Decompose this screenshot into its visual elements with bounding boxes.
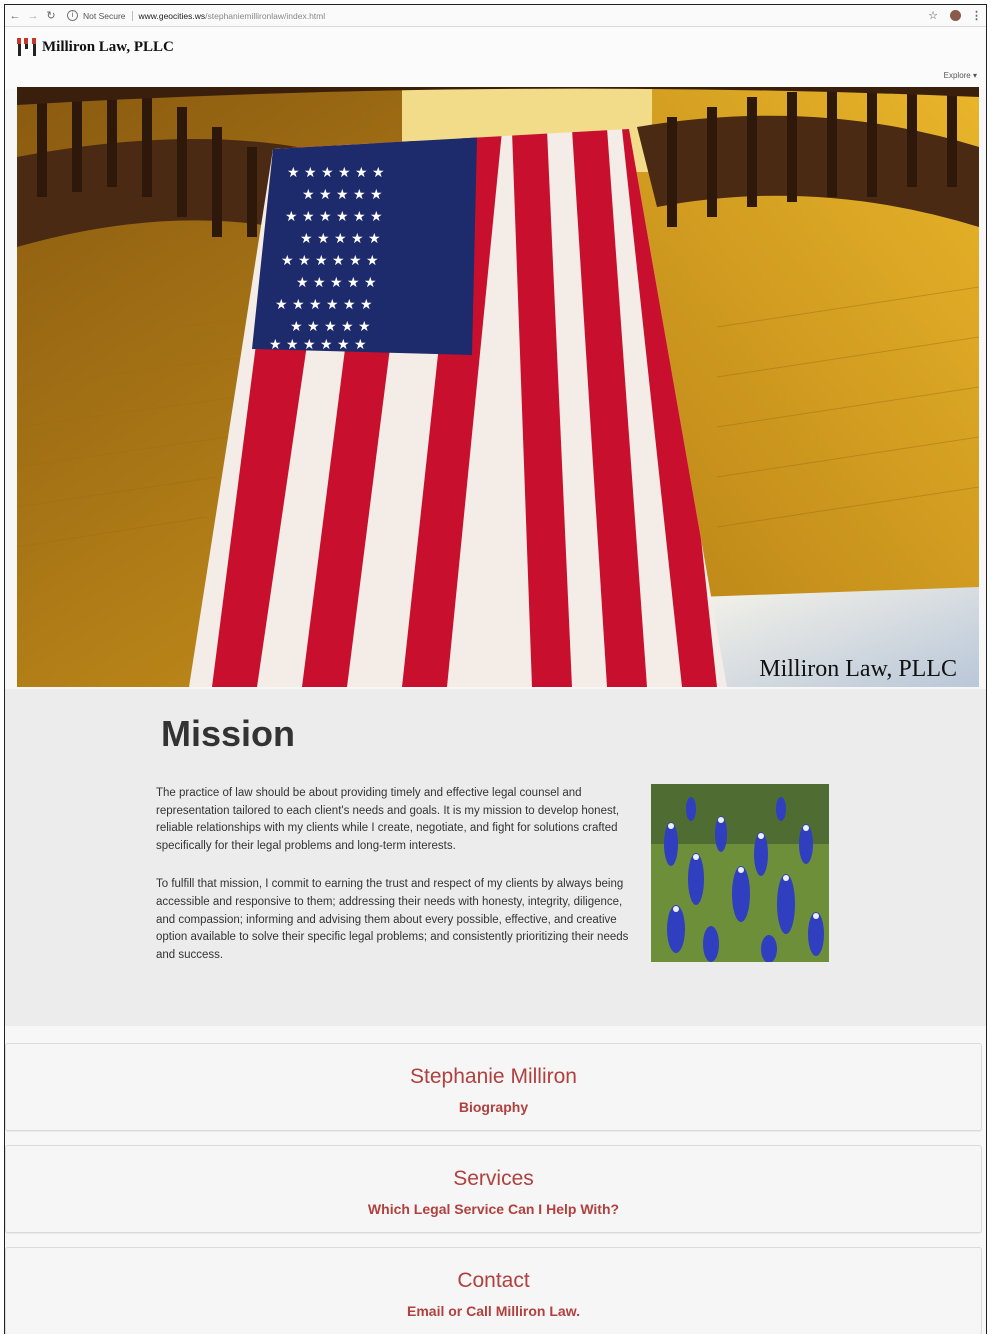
mission-title: Mission — [161, 713, 296, 754]
reload-icon[interactable]: ↻ — [43, 8, 59, 24]
back-arrow-icon[interactable]: ← — [7, 8, 23, 24]
browser-toolbar: ← → ↻ i Not Secure www.geocities.ws/step… — [5, 5, 986, 27]
mission-paragraph: The practice of law should be about prov… — [156, 787, 620, 852]
contact-card[interactable]: Contact Email or Call Milliron Law. — [5, 1247, 982, 1334]
divider — [131, 10, 133, 21]
svg-text:★ ★ ★ ★ ★: ★ ★ ★ ★ ★ — [302, 187, 383, 203]
card-title[interactable]: Contact — [6, 1269, 981, 1293]
card-title[interactable]: Stephanie Milliron — [6, 1065, 981, 1089]
url-path: /stephaniemillironlaw/index.html — [205, 10, 326, 21]
services-card[interactable]: Services Which Legal Service Can I Help … — [5, 1145, 982, 1233]
svg-text:★ ★ ★ ★ ★ ★: ★ ★ ★ ★ ★ ★ — [285, 209, 383, 225]
biography-card[interactable]: Stephanie Milliron Biography — [5, 1043, 982, 1131]
browser-window: ← → ↻ i Not Secure www.geocities.ws/step… — [4, 4, 987, 1334]
card-subtitle[interactable]: Which Legal Service Can I Help With? — [6, 1201, 981, 1217]
bookmark-star-icon[interactable]: ☆ — [928, 9, 938, 22]
svg-text:★ ★ ★ ★ ★: ★ ★ ★ ★ ★ — [290, 319, 371, 335]
logo-mark-icon — [17, 38, 37, 56]
hero-caption: Milliron Law, PLLC — [759, 656, 957, 682]
svg-text:★ ★ ★ ★ ★ ★: ★ ★ ★ ★ ★ ★ — [281, 253, 379, 269]
card-title[interactable]: Services — [6, 1167, 981, 1191]
brand-name: Milliron Law, PLLC — [42, 38, 174, 55]
mission-section: Mission The practice of law should be ab… — [5, 689, 986, 1026]
address-bar[interactable]: i Not Secure www.geocities.ws/stephaniem… — [67, 10, 325, 21]
info-icon[interactable]: i — [67, 10, 78, 21]
mission-text: The practice of law should be about prov… — [156, 785, 634, 985]
card-subtitle[interactable]: Email or Call Milliron Law. — [6, 1303, 981, 1319]
security-label: Not Secure — [83, 10, 126, 21]
site-logo[interactable]: Milliron Law, PLLC — [17, 38, 174, 56]
profile-avatar-icon[interactable] — [950, 10, 961, 21]
svg-text:★ ★ ★ ★ ★: ★ ★ ★ ★ ★ — [296, 275, 377, 291]
browser-menu-icon[interactable]: ⋮ — [971, 9, 982, 22]
url-host: www.geocities.ws — [138, 10, 206, 21]
flag-photo: ★ ★ ★ ★ ★ ★ ★ ★ ★ ★ ★ ★ ★ ★ ★ ★ ★ ★ ★ ★ … — [17, 87, 979, 687]
site-header: Milliron Law, PLLC Explore ▾ — [5, 27, 986, 89]
explore-menu[interactable]: Explore ▾ — [944, 71, 977, 80]
svg-text:★ ★ ★ ★ ★ ★: ★ ★ ★ ★ ★ ★ — [287, 165, 385, 181]
svg-text:★ ★ ★ ★ ★ ★: ★ ★ ★ ★ ★ ★ — [275, 297, 373, 313]
svg-text:★ ★ ★ ★ ★ ★: ★ ★ ★ ★ ★ ★ — [269, 337, 367, 353]
hero-image: ★ ★ ★ ★ ★ ★ ★ ★ ★ ★ ★ ★ ★ ★ ★ ★ ★ ★ ★ ★ … — [17, 87, 979, 687]
card-subtitle[interactable]: Biography — [6, 1099, 981, 1115]
svg-text:★ ★ ★ ★ ★: ★ ★ ★ ★ ★ — [300, 231, 381, 247]
bluebonnet-photo — [651, 784, 829, 962]
forward-arrow-icon[interactable]: → — [25, 8, 41, 24]
mission-paragraph: To fulfill that mission, I commit to ear… — [156, 878, 629, 961]
